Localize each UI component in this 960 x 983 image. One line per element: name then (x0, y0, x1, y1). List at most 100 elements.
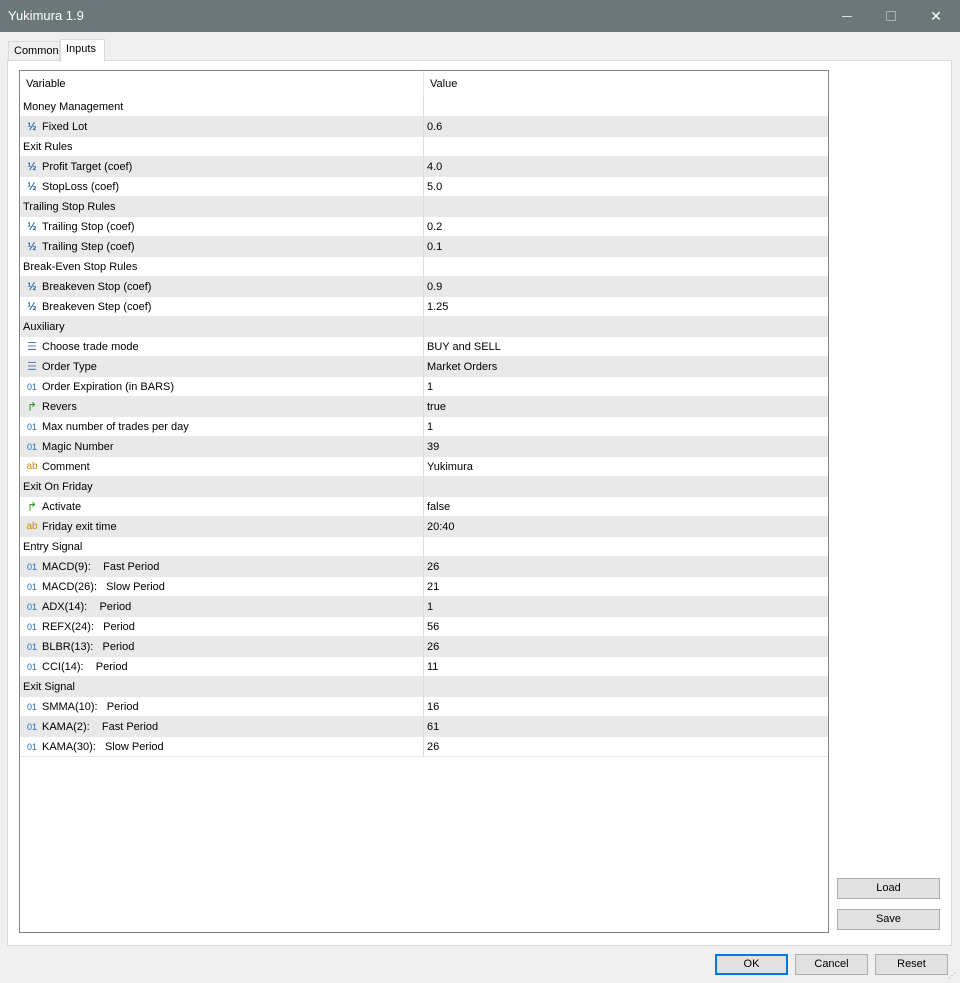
variable-cell: ½ Trailing Step (coef) (20, 237, 423, 257)
maximize-button[interactable] (868, 0, 914, 32)
parameter-row[interactable]: ☰ Choose trade mode BUY and SELL (20, 337, 828, 357)
variable-cell: Exit Rules (20, 137, 423, 157)
value-cell[interactable]: 56 (423, 617, 828, 637)
resize-grip-icon[interactable]: ⋰ (948, 971, 958, 981)
group-row[interactable]: Break-Even Stop Rules (20, 257, 828, 277)
value-cell[interactable]: 26 (423, 557, 828, 577)
variable-name: SMMA(10): Period (42, 701, 139, 713)
parameter-row[interactable]: ½ Trailing Step (coef) 0.1 (20, 237, 828, 257)
value-cell[interactable]: 61 (423, 717, 828, 737)
variable-cell: Exit Signal (20, 677, 423, 697)
group-row[interactable]: Exit Rules (20, 137, 828, 157)
value-cell (423, 257, 828, 277)
value-cell[interactable]: 0.9 (423, 277, 828, 297)
parameter-row[interactable]: ↱ Activate false (20, 497, 828, 517)
variable-name: KAMA(30): Slow Period (42, 741, 164, 753)
variable-cell: Break-Even Stop Rules (20, 257, 423, 277)
boolean-type-icon: ↱ (26, 500, 38, 514)
column-header-value[interactable]: Value (423, 71, 828, 97)
parameter-row[interactable]: ☰ Order Type Market Orders (20, 357, 828, 377)
value-cell[interactable]: 21 (423, 577, 828, 597)
parameter-row[interactable]: ab Comment Yukimura (20, 457, 828, 477)
value-cell[interactable]: 26 (423, 737, 828, 757)
minimize-button[interactable] (824, 0, 870, 32)
tab-common[interactable]: Common (8, 41, 60, 61)
parameter-row[interactable]: ½ Breakeven Step (coef) 1.25 (20, 297, 828, 317)
value-cell[interactable]: 11 (423, 657, 828, 677)
value-cell[interactable]: Market Orders (423, 357, 828, 377)
value-cell[interactable]: 39 (423, 437, 828, 457)
parameter-row[interactable]: 01 ADX(14): Period 1 (20, 597, 828, 617)
variable-name: Magic Number (42, 441, 114, 453)
variable-name: Trailing Stop (coef) (42, 221, 135, 233)
parameter-row[interactable]: ½ Fixed Lot 0.6 (20, 117, 828, 137)
value-cell[interactable]: 1.25 (423, 297, 828, 317)
parameter-row[interactable]: 01 MACD(26): Slow Period 21 (20, 577, 828, 597)
value-cell[interactable]: Yukimura (423, 457, 828, 477)
tab-inputs[interactable]: Inputs (60, 39, 105, 62)
value-cell[interactable]: 0.6 (423, 117, 828, 137)
parameter-row[interactable]: 01 Magic Number 39 (20, 437, 828, 457)
value-cell[interactable]: 16 (423, 697, 828, 717)
value-cell[interactable]: 20:40 (423, 517, 828, 537)
value-cell (423, 477, 828, 497)
value-cell[interactable]: 4.0 (423, 157, 828, 177)
load-button[interactable]: Load (837, 878, 940, 899)
parameter-row[interactable]: 01 KAMA(2): Fast Period 61 (20, 717, 828, 737)
variable-cell: 01 Order Expiration (in BARS) (20, 377, 423, 397)
save-button[interactable]: Save (837, 909, 940, 930)
group-label: Money Management (23, 101, 124, 113)
variable-name: CCI(14): Period (42, 661, 128, 673)
group-row[interactable]: Money Management (20, 97, 828, 117)
variable-cell: ½ Trailing Stop (coef) (20, 217, 423, 237)
cancel-button[interactable]: Cancel (795, 954, 868, 975)
parameter-row[interactable]: 01 REFX(24): Period 56 (20, 617, 828, 637)
variable-cell: 01 KAMA(2): Fast Period (20, 717, 423, 737)
parameter-row[interactable]: ½ Trailing Stop (coef) 0.2 (20, 217, 828, 237)
group-row[interactable]: Exit On Friday (20, 477, 828, 497)
value-cell[interactable]: 1 (423, 597, 828, 617)
group-row[interactable]: Exit Signal (20, 677, 828, 697)
parameter-row[interactable]: 01 BLBR(13): Period 26 (20, 637, 828, 657)
value-cell[interactable]: true (423, 397, 828, 417)
value-cell[interactable]: 0.2 (423, 217, 828, 237)
parameter-row[interactable]: 01 Max number of trades per day 1 (20, 417, 828, 437)
parameter-row[interactable]: ↱ Revers true (20, 397, 828, 417)
group-label: Trailing Stop Rules (23, 201, 116, 213)
group-row[interactable]: Entry Signal (20, 537, 828, 557)
integer-type-icon: 01 (26, 742, 37, 752)
variable-cell: ½ Fixed Lot (20, 117, 423, 137)
double-type-icon: ½ (27, 301, 37, 313)
value-cell[interactable]: 5.0 (423, 177, 828, 197)
value-cell[interactable]: BUY and SELL (423, 337, 828, 357)
group-row[interactable]: Auxiliary (20, 317, 828, 337)
inputs-grid: Variable Value Money Management ½ Fixed Lo… (19, 70, 829, 933)
value-cell[interactable]: 1 (423, 417, 828, 437)
parameter-row[interactable]: 01 Order Expiration (in BARS) 1 (20, 377, 828, 397)
parameter-row[interactable]: 01 CCI(14): Period 11 (20, 657, 828, 677)
minimize-icon (842, 15, 852, 17)
variable-name: StopLoss (coef) (42, 181, 120, 193)
value-cell[interactable]: false (423, 497, 828, 517)
column-header-variable[interactable]: Variable (20, 71, 423, 97)
ok-button[interactable]: OK (715, 954, 788, 975)
parameter-row[interactable]: 01 MACD(9): Fast Period 26 (20, 557, 828, 577)
parameter-row[interactable]: ab Friday exit time 20:40 (20, 517, 828, 537)
value-cell[interactable]: 1 (423, 377, 828, 397)
close-button[interactable]: ✕ (913, 0, 959, 32)
variable-cell: ab Friday exit time (20, 517, 423, 537)
group-row[interactable]: Trailing Stop Rules (20, 197, 828, 217)
parameter-row[interactable]: 01 KAMA(30): Slow Period 26 (20, 737, 828, 757)
parameter-row[interactable]: ½ Breakeven Stop (coef) 0.9 (20, 277, 828, 297)
parameter-row[interactable]: ½ StopLoss (coef) 5.0 (20, 177, 828, 197)
group-label: Auxiliary (23, 321, 65, 333)
grid-header: Variable Value (20, 71, 828, 97)
title-bar[interactable]: Yukimura 1.9 ✕ (0, 0, 960, 32)
parameter-row[interactable]: ½ Profit Target (coef) 4.0 (20, 157, 828, 177)
parameter-row[interactable]: 01 SMMA(10): Period 16 (20, 697, 828, 717)
double-type-icon: ½ (27, 241, 37, 253)
variable-cell: Exit On Friday (20, 477, 423, 497)
value-cell[interactable]: 0.1 (423, 237, 828, 257)
reset-button[interactable]: Reset (875, 954, 948, 975)
value-cell[interactable]: 26 (423, 637, 828, 657)
